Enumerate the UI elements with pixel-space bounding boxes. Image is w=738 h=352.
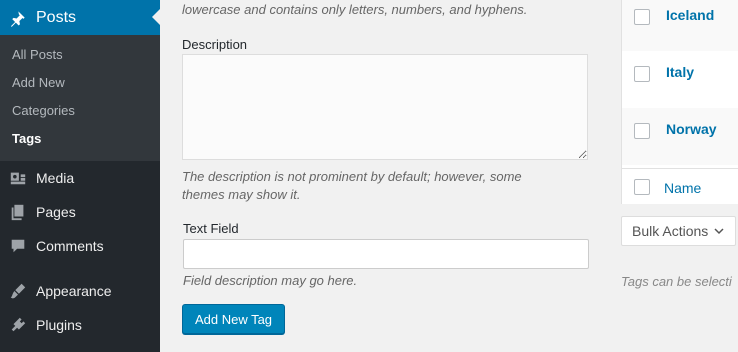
posts-submenu: All Posts Add New Categories Tags	[0, 35, 160, 161]
menu-label-plugins: Plugins	[36, 317, 82, 333]
menu-item-comments[interactable]: Comments	[0, 229, 160, 263]
text-field-label: Text Field	[183, 221, 239, 236]
chevron-down-icon	[714, 223, 724, 239]
row-checkbox[interactable]	[634, 123, 650, 139]
menu-label-media: Media	[36, 170, 75, 186]
submenu-categories[interactable]: Categories	[12, 103, 75, 118]
current-menu-arrow	[152, 9, 160, 25]
column-header-name[interactable]: Name	[664, 180, 701, 196]
select-all-checkbox[interactable]	[634, 179, 650, 195]
menu-label-comments: Comments	[36, 238, 104, 254]
menu-item-media[interactable]: Media	[0, 161, 160, 195]
comments-icon	[0, 237, 36, 255]
description-help-line1: The description is not prominent by defa…	[182, 169, 522, 184]
tags-table: Iceland Italy Norway Name	[621, 0, 738, 204]
tag-name-link[interactable]: Norway	[666, 121, 717, 137]
pages-icon	[0, 203, 36, 221]
text-field-input[interactable]	[183, 239, 589, 269]
submenu-tags[interactable]: Tags	[12, 131, 41, 146]
row-checkbox[interactable]	[634, 66, 650, 82]
description-textarea[interactable]	[182, 54, 588, 160]
admin-sidebar: Posts All Posts Add New Categories Tags …	[0, 0, 160, 352]
table-footer: Name	[622, 168, 738, 204]
submenu-all-posts[interactable]: All Posts	[12, 47, 63, 62]
tag-name-link[interactable]: Iceland	[666, 7, 714, 23]
description-label: Description	[182, 37, 248, 52]
menu-item-appearance[interactable]: Appearance	[0, 274, 160, 308]
text-field-help: Field description may go here.	[183, 273, 358, 288]
plugins-icon	[0, 316, 36, 334]
menu-label-posts: Posts	[36, 8, 77, 26]
row-checkbox[interactable]	[634, 9, 650, 25]
menu-label-pages: Pages	[36, 204, 76, 220]
tag-name-link[interactable]: Italy	[666, 64, 694, 80]
pushpin-icon	[0, 9, 36, 27]
media-icon	[0, 169, 36, 187]
menu-item-plugins[interactable]: Plugins	[0, 308, 160, 342]
table-row: Iceland	[622, 0, 738, 51]
table-row: Norway	[622, 108, 738, 165]
tags-selection-note: Tags can be selecti	[621, 274, 732, 289]
menu-item-posts[interactable]: Posts	[0, 0, 160, 35]
description-help-line2: themes may show it.	[182, 187, 301, 202]
bulk-actions-label: Bulk Actions	[632, 223, 709, 239]
appearance-icon	[0, 282, 36, 300]
bulk-actions-select[interactable]: Bulk Actions	[621, 216, 736, 246]
add-new-tag-button[interactable]: Add New Tag	[182, 304, 285, 334]
table-row: Italy	[622, 51, 738, 108]
submenu-add-new[interactable]: Add New	[12, 75, 65, 90]
menu-item-pages[interactable]: Pages	[0, 195, 160, 229]
menu-label-appearance: Appearance	[36, 283, 112, 299]
slug-help-text: lowercase and contains only letters, num…	[182, 2, 528, 17]
